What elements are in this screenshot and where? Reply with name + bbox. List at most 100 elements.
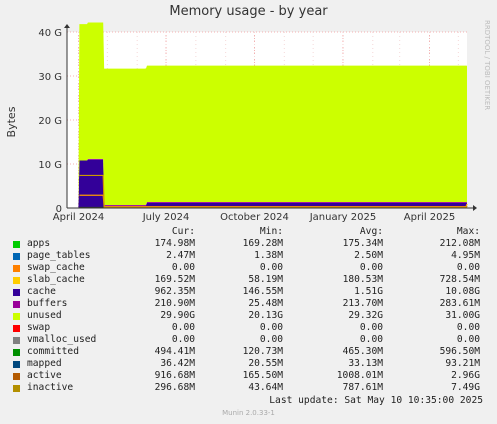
side-label: RRDTOOL / TOBI OETIKER	[483, 20, 491, 110]
legend-swatch	[13, 325, 20, 332]
y-tick-label-3: 30 G	[38, 72, 62, 83]
legend-swatch	[13, 289, 20, 296]
legend-min: 0.00	[259, 322, 283, 333]
legend-avg: 1008.01M	[336, 370, 383, 381]
legend-swatch	[13, 241, 20, 248]
header-max: Max:	[456, 226, 480, 237]
legend-min: 58.19M	[248, 274, 283, 285]
legend-name: mapped	[27, 358, 62, 369]
x-tick-label-1: July 2024	[142, 212, 190, 223]
legend-row-apps: apps 174.98M 169.28M 175.34M 212.08M	[10, 238, 490, 250]
legend-min: 1.38M	[254, 250, 283, 261]
legend-swatch	[13, 349, 20, 356]
x-tick-label-3: January 2025	[309, 212, 377, 223]
legend-name: active	[27, 370, 62, 381]
legend-max: 4.95M	[451, 250, 480, 261]
legend-name: vmalloc_used	[27, 334, 97, 345]
legend-row-unused: unused 29.90G 20.13G 29.32G 31.00G	[10, 310, 490, 322]
x-tick-labels: April 2024 July 2024 October 2024 January 2…	[53, 212, 455, 223]
legend-name: unused	[27, 310, 62, 321]
legend-avg: 175.34M	[342, 238, 383, 249]
legend-max: 93.21M	[445, 358, 480, 369]
legend-max: 728.54M	[439, 274, 480, 285]
legend-cur: 36.42M	[160, 358, 195, 369]
legend-name: apps	[27, 238, 51, 249]
legend-row-swap: swap 0.00 0.00 0.00 0.00	[10, 322, 490, 334]
legend-swatch	[13, 313, 20, 320]
legend-min: 20.13G	[248, 310, 283, 321]
legend-min: 0.00	[259, 334, 283, 345]
y-axis-label-text: Bytes	[5, 106, 18, 137]
legend-row-inactive: inactive 296.68M 43.64M 787.61M 7.49G	[10, 382, 490, 394]
legend-cur: 174.98M	[154, 238, 195, 249]
legend-swatch	[13, 337, 20, 344]
legend-row-page_tables: page_tables 2.47M 1.38M 2.50M 4.95M	[10, 250, 490, 262]
footer-version: Munin 2.0.33-1	[222, 409, 275, 417]
y-tick-label-4: 40 G	[38, 28, 62, 39]
legend-row-active: active 916.68M 165.50M 1008.01M 2.96G	[10, 370, 490, 382]
side-label-text: RRDTOOL / TOBI OETIKER	[483, 20, 491, 110]
legend-avg: 0.00	[359, 322, 383, 333]
legend-max: 2.96G	[451, 370, 480, 381]
legend-min: 20.55M	[248, 358, 283, 369]
legend-swatch	[13, 253, 20, 260]
legend-row-buffers: buffers 210.90M 25.48M 213.70M 283.61M	[10, 298, 490, 310]
legend-cur: 0.00	[171, 262, 195, 273]
legend-name: slab_cache	[27, 274, 85, 285]
x-axis-arrow	[473, 205, 477, 211]
legend-table: Cur: Min: Avg: Max: apps 174.98M 169.28M 17…	[10, 226, 490, 394]
legend-cur: 0.00	[171, 322, 195, 333]
legend-avg: 33.13M	[348, 358, 383, 369]
legend-cur: 0.00	[171, 334, 195, 345]
legend-swatch	[13, 301, 20, 308]
legend-avg: 180.53M	[342, 274, 383, 285]
legend-min: 169.28M	[242, 238, 283, 249]
legend-name: swap_cache	[27, 262, 85, 273]
legend-min: 0.00	[259, 262, 283, 273]
legend-row-cache: cache 962.35M 146.55M 1.51G 10.08G	[10, 286, 490, 298]
legend-max: 10.08G	[445, 286, 480, 297]
legend-name: cache	[27, 286, 56, 297]
legend-min: 43.64M	[248, 382, 283, 393]
graph-frame: Memory usage - by year 0 10 G 20 G 30 G 40 G…	[0, 0, 497, 424]
legend-swatch	[13, 361, 20, 368]
x-tick-label-0: April 2024	[53, 212, 104, 223]
legend-cur: 494.41M	[154, 346, 195, 357]
y-tick-label-1: 10 G	[38, 160, 62, 171]
legend-header-row: Cur: Min: Avg: Max:	[10, 226, 490, 238]
legend-name: committed	[27, 346, 79, 357]
legend-max: 7.49G	[451, 382, 480, 393]
legend-row-swap_cache: swap_cache 0.00 0.00 0.00 0.00	[10, 262, 490, 274]
legend-cur: 962.35M	[154, 286, 195, 297]
legend-rows: apps 174.98M 169.28M 175.34M 212.08M page_tab…	[10, 238, 490, 394]
legend-max: 0.00	[456, 262, 480, 273]
legend-row-mapped: mapped 36.42M 20.55M 33.13M 93.21M	[10, 358, 490, 370]
legend-name: buffers	[27, 298, 68, 309]
legend-swatch	[13, 265, 20, 272]
legend-max: 0.00	[456, 322, 480, 333]
legend-swatch	[13, 373, 20, 380]
header-cur: Cur:	[171, 226, 195, 237]
header-min: Min:	[259, 226, 283, 237]
x-tick-label-2: October 2024	[220, 212, 289, 223]
legend-max: 283.61M	[439, 298, 480, 309]
legend-max: 31.00G	[445, 310, 480, 321]
y-tick-label-2: 20 G	[38, 116, 62, 127]
legend-avg: 0.00	[359, 334, 383, 345]
legend-min: 165.50M	[242, 370, 283, 381]
legend-min: 120.73M	[242, 346, 283, 357]
legend-avg: 29.32G	[348, 310, 383, 321]
legend-max: 0.00	[456, 334, 480, 345]
legend-row-slab_cache: slab_cache 169.52M 58.19M 180.53M 728.54M	[10, 274, 490, 286]
legend-avg: 1.51G	[354, 286, 383, 297]
legend-row-committed: committed 494.41M 120.73M 465.30M 596.50M	[10, 346, 490, 358]
y-axis-arrow	[64, 24, 70, 28]
legend-min: 146.55M	[242, 286, 283, 297]
legend-name: page_tables	[27, 250, 91, 261]
legend-avg: 465.30M	[342, 346, 383, 357]
y-axis-label: Bytes	[5, 106, 18, 137]
legend-avg: 787.61M	[342, 382, 383, 393]
y-tick-labels: 010 G20 G30 G40 G	[38, 28, 62, 215]
legend-max: 596.50M	[439, 346, 480, 357]
legend-swatch	[13, 277, 20, 284]
